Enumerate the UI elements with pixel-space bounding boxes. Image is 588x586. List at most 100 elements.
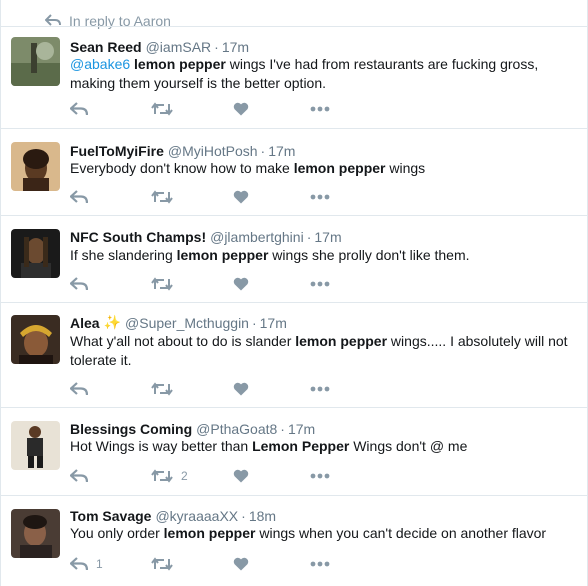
heart-icon	[233, 469, 249, 483]
conversation-frame: In reply to Aaron Sean Reed @iamSAR · 17…	[0, 0, 588, 586]
more-icon	[310, 561, 330, 567]
retweet-button[interactable]	[151, 554, 181, 574]
tweet-header: Sean Reed @iamSAR · 17m	[70, 37, 249, 56]
screen-name[interactable]: @Super_Mcthuggin	[125, 315, 249, 331]
highlighted-term: lemon pepper	[295, 333, 388, 349]
fullname[interactable]: Blessings Coming	[70, 421, 192, 437]
avatar[interactable]	[11, 509, 60, 558]
tweet-text: What y'all not about to do is slander le…	[70, 332, 570, 370]
reply-icon	[70, 102, 88, 116]
tweet-actions	[70, 379, 370, 399]
more-button[interactable]	[310, 554, 330, 574]
highlighted-term: lemon pepper	[134, 56, 226, 72]
more-button[interactable]	[310, 99, 330, 119]
heart-icon	[233, 277, 249, 291]
more-icon	[310, 386, 330, 392]
reply-button[interactable]	[70, 379, 96, 399]
reply-icon	[70, 190, 88, 204]
reply-button[interactable]	[70, 466, 96, 486]
tweet-text-segment: Wings don't @ me	[349, 438, 468, 454]
separator: ·	[251, 314, 257, 331]
more-icon	[310, 106, 330, 112]
reply-count: 1	[96, 557, 103, 571]
heart-icon	[233, 557, 249, 571]
timestamp[interactable]: 17m	[268, 143, 295, 159]
fullname[interactable]: Alea	[70, 315, 100, 331]
tweet-text: @abake6 lemon pepper wings I've had from…	[70, 55, 570, 93]
screen-name[interactable]: @kyraaaaXX	[155, 508, 238, 524]
tweet[interactable]: Blessings Coming @PthaGoat8 · 17m Hot Wi…	[1, 407, 587, 495]
retweet-icon	[151, 469, 173, 483]
reply-button[interactable]	[70, 274, 96, 294]
tweet-header: FuelToMyiFire @MyiHotPosh · 17m	[70, 141, 295, 160]
retweet-icon	[151, 190, 173, 204]
avatar[interactable]	[11, 315, 60, 364]
tweet[interactable]: NFC South Champs! @jlambertghini · 17m I…	[1, 215, 587, 302]
tweet-text-segment: If she slandering	[70, 247, 177, 263]
avatar[interactable]	[11, 421, 60, 470]
retweet-button[interactable]	[151, 379, 181, 399]
tweet-header: Blessings Coming @PthaGoat8 · 17m	[70, 419, 315, 438]
like-button[interactable]	[233, 379, 257, 399]
tweet-text: You only order lemon pepper wings when y…	[70, 524, 570, 543]
tweet[interactable]: Alea ✨ @Super_Mcthuggin · 17m What y'all…	[1, 302, 587, 407]
more-icon	[310, 194, 330, 200]
tweet[interactable]: Sean Reed @iamSAR · 17m @abake6 lemon pe…	[1, 26, 587, 128]
tweet-actions: 2	[70, 466, 370, 486]
retweet-icon	[151, 277, 173, 291]
like-button[interactable]	[233, 274, 257, 294]
highlighted-term: lemon pepper	[163, 525, 256, 541]
avatar[interactable]	[11, 37, 60, 86]
tweet-text-segment: wings when you can't decide on another f…	[255, 525, 547, 541]
reply-button[interactable]	[70, 99, 96, 119]
tweet[interactable]: Tom Savage @kyraaaaXX · 18m You only ord…	[1, 495, 587, 586]
more-button[interactable]	[310, 187, 330, 207]
screen-name[interactable]: @MyiHotPosh	[168, 143, 258, 159]
screen-name[interactable]: @iamSAR	[146, 39, 212, 55]
avatar[interactable]	[11, 142, 60, 191]
more-button[interactable]	[310, 379, 330, 399]
screen-name[interactable]: @PthaGoat8	[196, 421, 277, 437]
more-button[interactable]	[310, 466, 330, 486]
avatar[interactable]	[11, 229, 60, 278]
reply-icon	[70, 557, 88, 571]
separator: ·	[214, 38, 219, 55]
more-icon	[310, 473, 330, 479]
timestamp[interactable]: 17m	[314, 229, 341, 245]
screen-name[interactable]: @jlambertghini	[210, 229, 304, 245]
tweet-text: If she slandering lemon pepper wings she…	[70, 246, 570, 265]
timestamp[interactable]: 17m	[222, 39, 249, 55]
like-button[interactable]	[233, 554, 257, 574]
retweet-button[interactable]	[151, 274, 181, 294]
retweet-icon	[151, 382, 173, 396]
fullname[interactable]: FuelToMyiFire	[70, 143, 164, 159]
tweet-text-segment: Everybody don't know how to make	[70, 160, 294, 176]
tweet-text-segment: What y'all not about to do is slander	[70, 333, 296, 349]
timestamp[interactable]: 17m	[260, 315, 287, 331]
reply-button[interactable]: 1	[70, 554, 103, 574]
tweet-text-segment: Hot Wings is way better than	[70, 438, 253, 454]
fullname[interactable]: Sean Reed	[70, 39, 142, 55]
retweet-button[interactable]	[151, 99, 181, 119]
retweet-button[interactable]: 2	[151, 466, 188, 486]
retweet-button[interactable]	[151, 187, 181, 207]
heart-icon	[233, 190, 249, 204]
more-button[interactable]	[310, 274, 330, 294]
like-button[interactable]	[233, 99, 257, 119]
like-button[interactable]	[233, 466, 257, 486]
like-button[interactable]	[233, 187, 257, 207]
reply-icon	[70, 277, 88, 291]
sparkles-icon: ✨	[103, 314, 122, 330]
more-icon	[310, 281, 330, 287]
timestamp[interactable]: 18m	[249, 508, 276, 524]
fullname[interactable]: Tom Savage	[70, 508, 151, 524]
tweet[interactable]: FuelToMyiFire @MyiHotPosh · 17m Everybod…	[1, 128, 587, 215]
heart-icon	[233, 102, 249, 116]
tweet-text: Everybody don't know how to make lemon p…	[70, 159, 570, 178]
timestamp[interactable]: 17m	[288, 421, 315, 437]
mention-link[interactable]: @abake6	[70, 56, 130, 72]
tweet-text-segment: wings she prolly don't like them.	[268, 247, 470, 263]
fullname[interactable]: NFC South Champs!	[70, 229, 206, 245]
reply-button[interactable]	[70, 187, 96, 207]
tweet-header: Alea ✨ @Super_Mcthuggin · 17m	[70, 313, 287, 332]
